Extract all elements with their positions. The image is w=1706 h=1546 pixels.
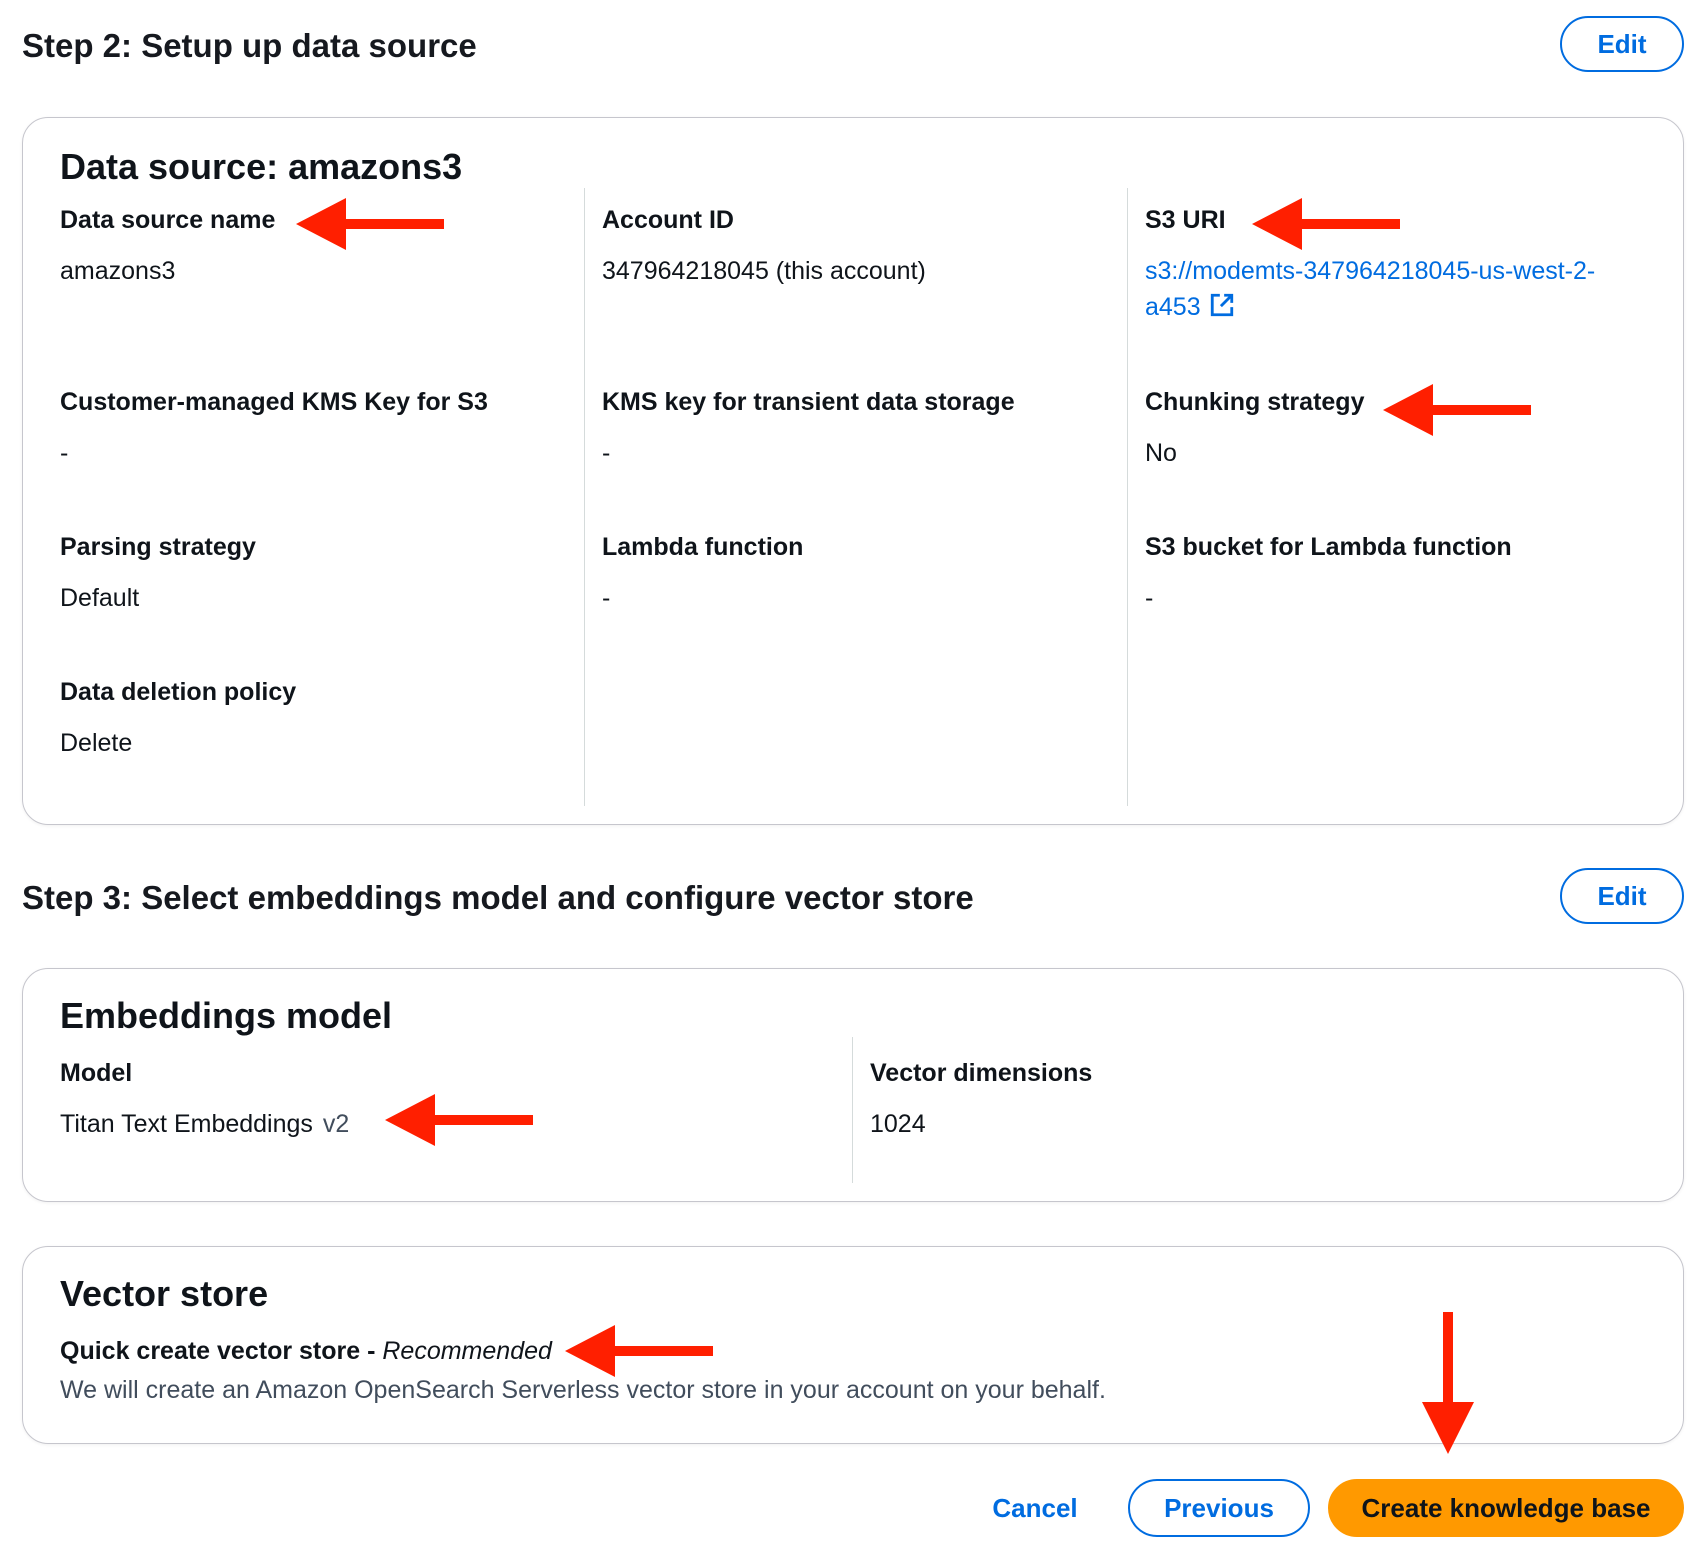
field-value: 1024: [870, 1110, 926, 1138]
option-description: We will create an Amazon OpenSearch Serv…: [60, 1376, 1106, 1404]
data-source-card-title: Data source: amazons3: [60, 146, 463, 187]
field-value: No: [1145, 439, 1177, 467]
field-value: amazons3: [60, 257, 176, 285]
field-label: Customer-managed KMS Key for S3: [60, 388, 488, 416]
embeddings-card-title: Embeddings model: [60, 995, 393, 1036]
field-model: Model Titan Text Embeddings v2: [60, 1059, 349, 1142]
field-quick-create: Quick create vector store - Recommended …: [60, 1337, 1106, 1408]
model-name: Titan Text Embeddings: [60, 1110, 313, 1138]
step2-title: Step 2: Setup up data source: [22, 27, 477, 64]
field-value: -: [60, 439, 69, 467]
field-label: S3 bucket for Lambda function: [1145, 533, 1512, 561]
embeddings-model-card: Embeddings model Model Titan Text Embedd…: [22, 968, 1684, 1202]
field-data-deletion-policy: Data deletion policy Delete: [60, 678, 296, 761]
column-divider: [584, 188, 585, 806]
previous-button[interactable]: Previous: [1128, 1479, 1310, 1537]
field-value: -: [602, 584, 611, 612]
field-s3-bucket-lambda: S3 bucket for Lambda function -: [1145, 533, 1512, 616]
field-value: 347964218045 (this account): [602, 257, 926, 285]
field-label: Lambda function: [602, 533, 804, 561]
model-version: v2: [322, 1110, 350, 1138]
field-kms-key-transient: KMS key for transient data storage -: [602, 388, 1015, 471]
column-divider: [1127, 188, 1128, 806]
option-label: Quick create vector store - Recommended: [60, 1337, 1106, 1366]
column-divider: [852, 1037, 853, 1183]
vector-store-card: Vector store Quick create vector store -…: [22, 1246, 1684, 1444]
field-parsing-strategy: Parsing strategy Default: [60, 533, 256, 616]
field-value: Delete: [60, 729, 133, 757]
field-chunking-strategy: Chunking strategy No: [1145, 388, 1364, 471]
create-knowledge-base-button[interactable]: Create knowledge base: [1328, 1479, 1684, 1537]
field-account-id: Account ID 347964218045 (this account): [602, 206, 926, 289]
field-label: KMS key for transient data storage: [602, 388, 1015, 416]
option-text: Quick create vector store -: [60, 1337, 383, 1365]
step3-title: Step 3: Select embeddings model and conf…: [22, 879, 974, 916]
cancel-button[interactable]: Cancel: [980, 1479, 1090, 1537]
field-kms-key-s3: Customer-managed KMS Key for S3 -: [60, 388, 488, 471]
s3-uri-link[interactable]: s3://modemts-347964218045-us-west-2- a453: [1145, 257, 1595, 321]
field-label: Account ID: [602, 206, 734, 234]
field-label: Model: [60, 1059, 133, 1087]
field-lambda-function: Lambda function -: [602, 533, 803, 616]
field-value: s3://modemts-347964218045-us-west-2- a453: [1145, 253, 1665, 325]
step2-edit-button[interactable]: Edit: [1560, 16, 1684, 72]
field-label: Chunking strategy: [1145, 388, 1365, 416]
s3-uri-line2: a453: [1145, 293, 1201, 321]
field-vector-dimensions: Vector dimensions 1024: [870, 1059, 1092, 1142]
field-value: -: [602, 439, 611, 467]
recommended-tag: Recommended: [382, 1337, 552, 1365]
field-label: Vector dimensions: [870, 1059, 1093, 1087]
field-label: Data source name: [60, 206, 276, 234]
data-source-card: Data source: amazons3 Data source name a…: [22, 117, 1684, 825]
field-value: Default: [60, 584, 140, 612]
s3-uri-line1: s3://modemts-347964218045-us-west-2-: [1145, 257, 1596, 285]
field-data-source-name: Data source name amazons3: [60, 206, 275, 289]
step3-header: Step 3: Select embeddings model and conf…: [22, 868, 1684, 928]
field-label: Data deletion policy: [60, 678, 297, 706]
field-s3-uri: S3 URI s3://modemts-347964218045-us-west…: [1145, 206, 1665, 325]
vector-store-card-title: Vector store: [60, 1273, 269, 1314]
external-link-icon: [1210, 293, 1233, 317]
field-value: Titan Text Embeddings v2: [60, 1106, 349, 1142]
field-value: -: [1145, 584, 1154, 612]
step3-edit-button[interactable]: Edit: [1560, 868, 1684, 924]
field-label: S3 URI: [1145, 206, 1226, 234]
step2-header: Step 2: Setup up data source Edit: [22, 16, 1684, 76]
field-label: Parsing strategy: [60, 533, 256, 561]
